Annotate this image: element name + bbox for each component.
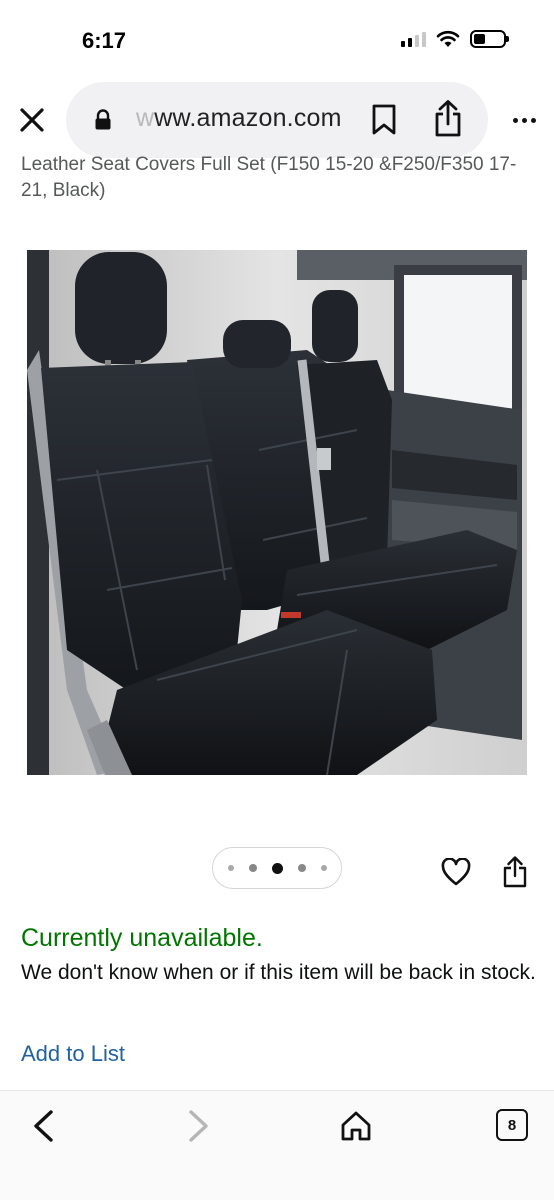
seat-photo bbox=[27, 250, 527, 775]
more-icon bbox=[512, 117, 518, 123]
carousel-dot[interactable] bbox=[227, 865, 234, 871]
browser-bottom-toolbar: 8 bbox=[0, 1090, 554, 1200]
availability-status: Currently unavailable. bbox=[21, 924, 263, 952]
wifi-icon bbox=[436, 30, 460, 47]
url-domain: ww.amazon.com bbox=[154, 104, 342, 132]
close-button[interactable] bbox=[16, 104, 48, 136]
address-bar[interactable]: www.amazon.com bbox=[66, 82, 488, 158]
wishlist-button[interactable] bbox=[440, 856, 472, 888]
carousel-dot[interactable] bbox=[320, 865, 327, 871]
bookmark-button[interactable] bbox=[366, 100, 402, 140]
chevron-left-icon bbox=[34, 1110, 53, 1142]
share-button[interactable] bbox=[428, 98, 468, 140]
carousel-dot[interactable] bbox=[248, 864, 257, 872]
battery-icon bbox=[470, 30, 509, 48]
share-icon bbox=[503, 856, 527, 888]
carousel-dot-active[interactable] bbox=[271, 862, 283, 874]
home-button[interactable] bbox=[338, 1107, 374, 1145]
home-icon bbox=[341, 1111, 371, 1141]
tabs-button[interactable]: 8 bbox=[496, 1109, 528, 1141]
forward-button[interactable] bbox=[182, 1105, 216, 1147]
product-title: Leather Seat Covers Full Set (F150 15-20… bbox=[21, 154, 517, 201]
status-bar: 6:17 bbox=[0, 0, 554, 80]
url-text-faded: w bbox=[136, 104, 155, 132]
share-icon bbox=[435, 100, 461, 137]
browser-toolbar: www.amazon.com bbox=[0, 82, 554, 158]
add-to-list-link[interactable]: Add to List bbox=[21, 1041, 125, 1067]
back-button[interactable] bbox=[26, 1105, 60, 1147]
status-icons bbox=[401, 30, 509, 48]
availability-note: We don't know when or if this item will … bbox=[21, 961, 536, 984]
lock-icon bbox=[95, 109, 111, 130]
more-button[interactable] bbox=[508, 108, 540, 132]
image-carousel-indicator[interactable] bbox=[212, 847, 342, 889]
product-image[interactable] bbox=[27, 250, 527, 775]
carousel-dot[interactable] bbox=[297, 864, 306, 872]
status-time: 6:17 bbox=[82, 28, 127, 53]
cellular-signal-icon bbox=[401, 31, 426, 47]
product-share-button[interactable] bbox=[500, 855, 530, 889]
close-icon bbox=[20, 108, 44, 132]
url-text: www.amazon.com bbox=[136, 104, 342, 133]
chevron-right-icon bbox=[189, 1110, 208, 1142]
heart-icon bbox=[441, 858, 471, 886]
bookmark-icon bbox=[372, 104, 396, 135]
